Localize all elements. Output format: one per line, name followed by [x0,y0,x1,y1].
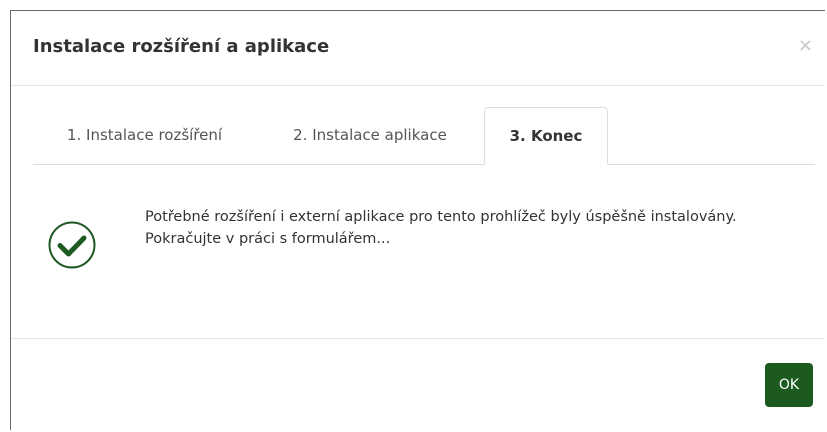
check-circle-icon [48,221,96,269]
dialog-footer: OK [11,338,825,432]
success-message: Potřebné rozšíření i externí aplikace pr… [145,206,795,250]
tab-install-extension[interactable]: 1. Instalace rozšíření [33,107,256,164]
tab-finish[interactable]: 3. Konec [484,107,608,165]
message-line-2: Pokračujte v práci s formulářem... [145,231,391,247]
ok-button[interactable]: OK [765,363,813,407]
tab-install-application[interactable]: 2. Instalace aplikace [256,107,484,164]
dialog-title: Instalace rozšíření a aplikace [33,36,330,57]
message-line-1: Potřebné rozšíření i externí aplikace pr… [145,209,737,225]
close-button[interactable]: × [798,37,813,55]
install-dialog: Instalace rozšíření a aplikace × 1. Inst… [10,10,825,430]
dialog-header: Instalace rozšíření a aplikace × [11,11,825,86]
tab-bar: 1. Instalace rozšíření 2. Instalace apli… [33,107,815,165]
